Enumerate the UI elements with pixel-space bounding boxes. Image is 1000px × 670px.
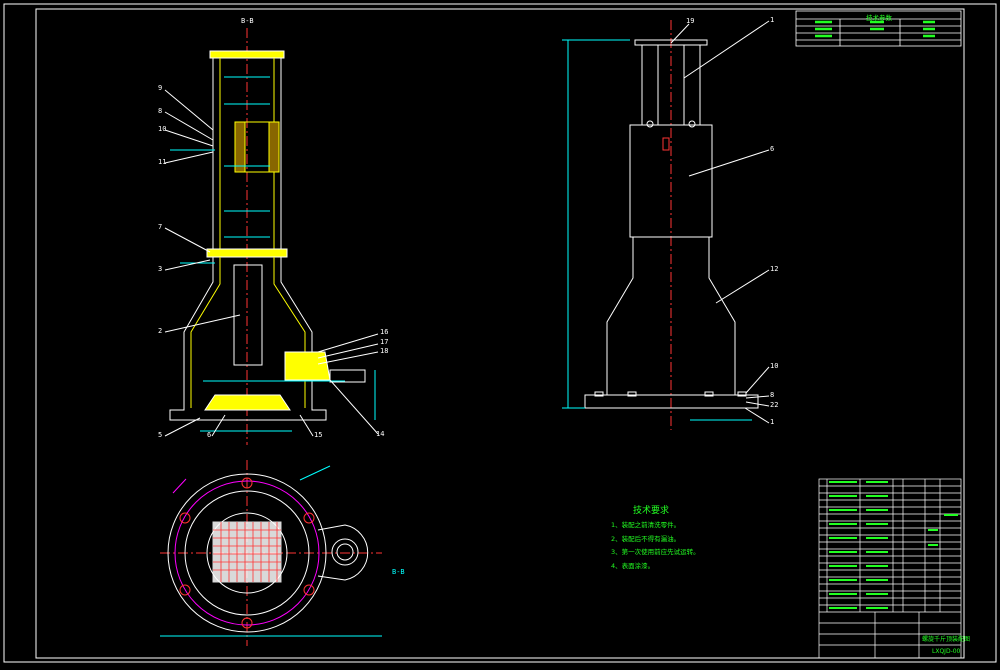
callout-12: 12 [770,265,779,273]
drawing-number: LXQJD-00 [932,648,961,655]
tech-requirement-3: 3、第一次使用前应先试运转。 [611,548,700,556]
callout-15: 15 [314,431,323,439]
callout-5: 5 [158,431,163,439]
callout-9: 9 [158,84,163,92]
section-mark-top: B-B [241,17,254,25]
callout-8-right: 8 [770,391,775,399]
section-mark-plan: B-B [392,568,405,576]
tech-requirement-2: 2、装配后不得有漏油。 [611,535,681,543]
tech-requirements-title: 技术要求 [633,506,670,516]
callout-11: 11 [158,158,167,166]
cad-drawing-sheet: B-B B-B 9 8 10 11 7 3 2 5 6 15 16 17 18 … [0,0,1000,666]
callout-18: 18 [380,347,389,355]
callout-17: 17 [380,338,389,346]
callout-6-left: 6 [207,431,212,439]
callout-1-bottom: 1 [770,418,775,426]
tech-requirement-4: 4、表面涂漆。 [611,562,655,570]
plan-view [160,460,382,646]
callout-10: 10 [158,125,167,133]
callout-8: 8 [158,107,163,115]
elevation-view [562,20,770,430]
spec-table-title: 技术参数 [866,14,892,22]
callout-19: 19 [686,17,695,25]
callout-14: 14 [376,430,385,438]
callout-2: 2 [158,327,163,335]
drawing-name: 螺旋千斤顶装配图 [922,636,971,643]
callout-6-right: 6 [770,145,775,153]
callout-7: 7 [158,223,163,231]
callout-16: 16 [380,328,389,336]
callout-22: 22 [770,401,779,409]
section-view [164,28,379,445]
bom-title-block [818,478,962,659]
callout-3: 3 [158,265,163,273]
drawing-canvas [3,3,997,663]
callout-10-right: 10 [770,362,779,370]
callout-1-top: 1 [770,16,775,24]
tech-requirement-1: 1、装配之前清洗零件。 [611,521,681,529]
